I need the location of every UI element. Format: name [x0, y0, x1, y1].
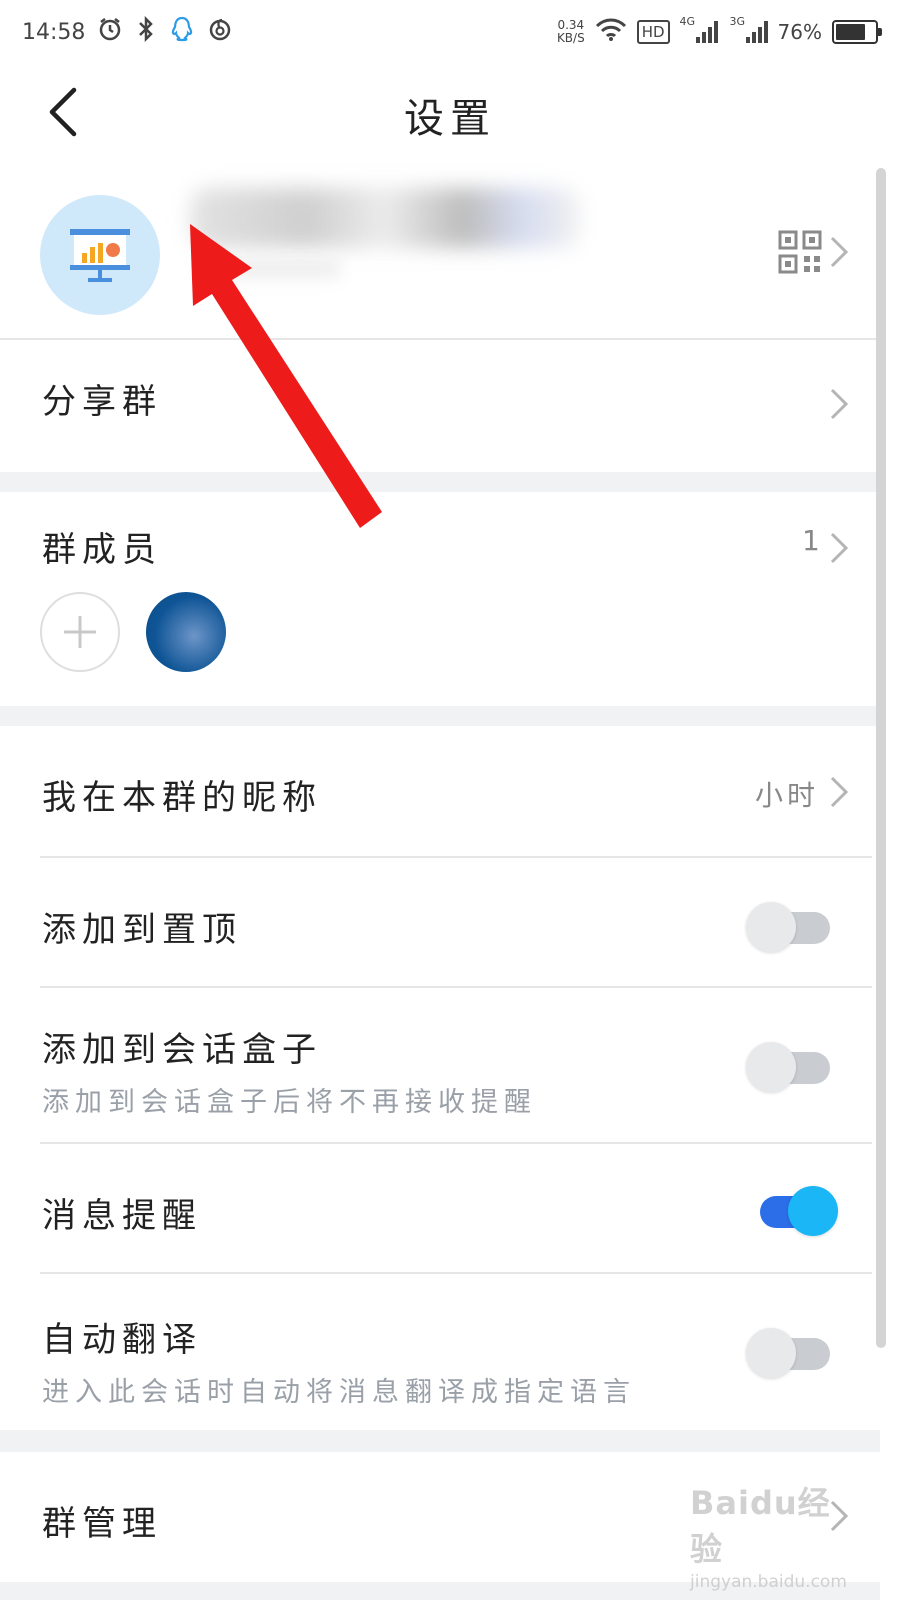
- chevron-right-icon: [830, 388, 849, 420]
- watermark-main: Baidu经验: [690, 1484, 831, 1568]
- chevron-right-icon: [830, 776, 849, 808]
- message-notify-toggle[interactable]: [752, 1182, 838, 1236]
- net-speed-unit: KB/S: [556, 31, 585, 45]
- group-avatar[interactable]: [40, 195, 160, 315]
- share-group-label: 分享群: [42, 382, 162, 422]
- alarm-icon: [97, 16, 123, 48]
- auto-translate-row[interactable]: 自动翻译 进入此会话时自动将消息翻译成指定语言: [0, 1274, 880, 1430]
- presentation-chart-icon: [70, 229, 130, 282]
- add-member-button[interactable]: [40, 592, 120, 672]
- netease-music-icon: [207, 16, 233, 48]
- message-notify-label: 消息提醒: [42, 1196, 202, 1236]
- watermark-logo: Baidu经验 jingyan.baidu.com: [690, 1478, 860, 1592]
- qr-code-icon[interactable]: [778, 230, 822, 274]
- section-gap: [0, 706, 880, 726]
- my-nickname-label: 我在本群的昵称: [42, 778, 322, 818]
- toggle-knob: [746, 902, 796, 952]
- group-profile-row[interactable]: [0, 168, 880, 340]
- bluetooth-icon: [135, 15, 157, 48]
- chevron-right-icon: [830, 236, 849, 268]
- conversation-box-description: 添加到会话盒子后将不再接收提醒: [42, 1087, 537, 1118]
- status-bar: 14:58 0.34 KB/S HD 4G 3G 76%: [0, 0, 900, 64]
- net-speed: 0.34 KB/S: [557, 19, 585, 45]
- plus-icon: [64, 616, 96, 648]
- conversation-box-toggle[interactable]: [746, 1038, 830, 1092]
- scrollbar[interactable]: [876, 168, 886, 1348]
- group-name-blurred: [190, 188, 580, 248]
- hd-badge: HD: [636, 20, 670, 44]
- group-members-label: 群成员: [42, 530, 162, 570]
- conversation-box-row[interactable]: 添加到会话盒子 添加到会话盒子后将不再接收提醒: [0, 988, 880, 1142]
- page-title: 设置: [404, 96, 496, 142]
- battery-icon: [832, 20, 882, 44]
- chevron-right-icon: [830, 532, 849, 564]
- signal-4g-icon: 4G: [680, 15, 718, 43]
- message-notify-row[interactable]: 消息提醒: [0, 1144, 880, 1272]
- toggle-knob: [746, 1042, 796, 1092]
- pin-to-top-row[interactable]: 添加到置顶: [0, 858, 880, 986]
- auto-translate-toggle[interactable]: [746, 1324, 830, 1378]
- status-left: 14:58: [22, 15, 233, 49]
- nav-header: 设置: [0, 64, 900, 164]
- my-nickname-row[interactable]: 我在本群的昵称 小时: [0, 726, 880, 856]
- section-gap: [0, 1430, 880, 1452]
- battery-percent: 76%: [777, 20, 822, 44]
- member-avatar[interactable]: [146, 592, 226, 672]
- status-time: 14:58: [22, 19, 86, 45]
- auto-translate-description: 进入此会话时自动将消息翻译成指定语言: [42, 1377, 636, 1408]
- group-members-row[interactable]: 群成员 1: [0, 492, 880, 706]
- auto-translate-label: 自动翻译: [42, 1320, 202, 1360]
- net-type-4g: 4G: [679, 15, 696, 28]
- pin-to-top-toggle[interactable]: [746, 898, 830, 952]
- toggle-knob: [788, 1186, 838, 1236]
- conversation-box-label: 添加到会话盒子: [42, 1030, 322, 1070]
- group-id-blurred: [200, 258, 340, 278]
- toggle-knob: [746, 1328, 796, 1378]
- my-nickname-value: 小时: [755, 779, 820, 812]
- status-right: 0.34 KB/S HD 4G 3G 76%: [557, 15, 882, 47]
- watermark-sub: jingyan.baidu.com: [690, 1572, 847, 1592]
- section-gap: [0, 472, 880, 492]
- pin-to-top-label: 添加到置顶: [42, 910, 242, 950]
- wifi-icon: [595, 18, 627, 47]
- signal-3g-icon: 3G: [730, 15, 768, 43]
- member-count: 1: [802, 524, 824, 557]
- qq-icon: [169, 15, 195, 49]
- share-group-row[interactable]: 分享群: [0, 340, 880, 472]
- group-manage-label: 群管理: [42, 1504, 162, 1544]
- net-type-3g: 3G: [729, 15, 746, 28]
